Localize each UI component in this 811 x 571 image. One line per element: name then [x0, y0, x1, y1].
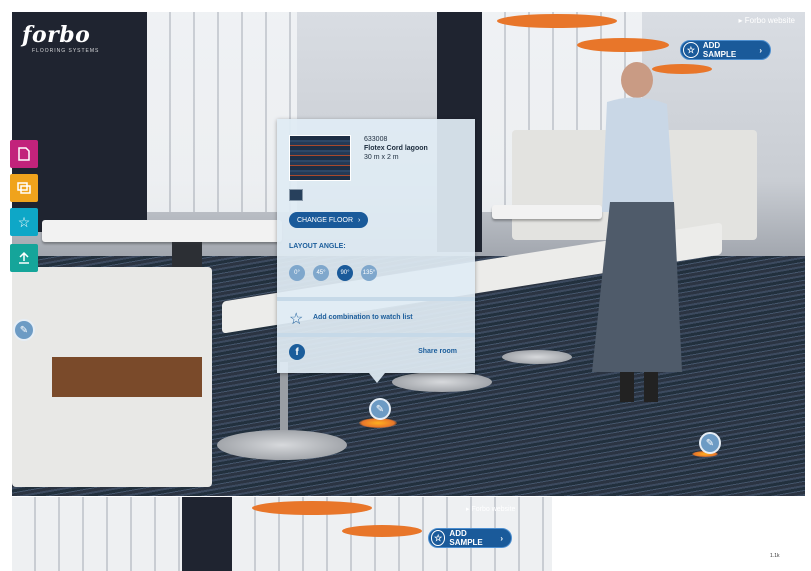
website-link-label: Forbo website	[471, 506, 516, 513]
change-floor-label: CHANGE FLOOR	[297, 216, 354, 224]
stool-base	[392, 372, 492, 392]
waiter-figure	[592, 62, 682, 402]
product-size: 30 m x 2 m	[364, 154, 399, 161]
add-watch-list-button[interactable]: Add combination to watch list	[313, 314, 413, 321]
logo-tagline: FLOORING SYSTEMS	[32, 48, 100, 54]
sidebar-item-layers[interactable]	[10, 174, 38, 202]
website-link-label: Forbo website	[744, 16, 795, 25]
zoom-label: ZOOM	[742, 524, 763, 531]
document-icon	[18, 147, 30, 161]
product-swatch	[289, 135, 351, 181]
floor-hotspot[interactable]: ✎	[13, 319, 35, 341]
like-count: 1.1k	[768, 552, 782, 559]
upload-icon	[19, 251, 29, 264]
wood-panel	[52, 357, 202, 397]
add-sample-button[interactable]: ☆ ADD SAMPLE ›	[680, 40, 771, 60]
floor-hotspot[interactable]: ✎	[699, 432, 721, 454]
divider	[277, 297, 475, 301]
pencil-icon: ✎	[705, 437, 715, 449]
angle-option-1[interactable]: 45°	[313, 265, 329, 281]
pendant-lamp	[252, 501, 372, 515]
like-button[interactable]: ✔ Like 1.1k	[746, 552, 782, 559]
pencil-icon: ✎	[19, 324, 29, 336]
chevron-right-icon: ›	[500, 533, 503, 543]
stool-base	[217, 430, 347, 460]
star-icon[interactable]: ☆	[289, 309, 303, 329]
secondary-view: ▸ Forbo website ☆ ADD SAMPLE ›	[12, 497, 552, 571]
angle-option-2[interactable]: 90°	[337, 265, 353, 281]
pencil-icon: ✎	[375, 403, 385, 415]
product-name: Flotex Cord lagoon	[364, 145, 428, 152]
chevron-right-icon: ›	[759, 45, 762, 55]
change-floor-button[interactable]: CHANGE FLOOR ›	[289, 212, 369, 228]
star-icon: ☆	[683, 42, 699, 58]
pendant-lamp	[497, 14, 617, 28]
sidebar-item-document[interactable]	[10, 140, 38, 168]
stool-base	[502, 350, 572, 364]
product-popup: 633008 Flotex Cord lagoon 30 m x 2 m CHA…	[277, 119, 475, 383]
window-blinds	[147, 12, 297, 212]
angle-option-3[interactable]: 135°	[361, 265, 377, 281]
sidebar-item-upload[interactable]	[10, 244, 38, 272]
share-room-link[interactable]: Share room	[418, 348, 457, 355]
divider	[277, 333, 475, 337]
pendant-lamp	[577, 38, 669, 52]
add-sample-label: ADD SAMPLE	[449, 529, 483, 547]
zoom-button[interactable]: ZOOM	[729, 523, 763, 532]
add-sample-label: ADD SAMPLE	[702, 41, 737, 59]
angle-option-0[interactable]: 0°	[289, 265, 305, 281]
star-icon: ☆	[431, 530, 446, 546]
curtain	[182, 497, 232, 571]
forbo-website-link-secondary[interactable]: ▸ Forbo website	[466, 505, 515, 513]
sidebar-item-favorite[interactable]: ☆	[10, 208, 38, 236]
window-blinds	[12, 497, 182, 571]
table	[42, 220, 282, 242]
chevron-right-icon: ›	[358, 216, 361, 224]
layout-angle-label: LAYOUT ANGLE:	[289, 243, 346, 250]
thumbs-up-icon: ✔	[746, 553, 752, 559]
add-sample-button-secondary[interactable]: ☆ ADD SAMPLE ›	[428, 528, 512, 548]
color-variant-swatch[interactable]	[289, 189, 303, 201]
layers-icon	[17, 182, 31, 194]
like-label: Like	[754, 552, 766, 559]
zoom-icon	[729, 523, 738, 532]
floor-hotspot-active[interactable]: ✎	[369, 398, 391, 420]
facebook-icon[interactable]: f	[289, 344, 305, 360]
star-icon: ☆	[17, 213, 31, 230]
pendant-lamp	[342, 525, 422, 537]
product-code: 633008	[364, 136, 388, 143]
forbo-logo[interactable]: forbo FLOORING SYSTEMS	[22, 22, 99, 54]
forbo-website-link[interactable]: ▸ Forbo website	[739, 16, 796, 25]
logo-text: forbo	[22, 22, 91, 48]
